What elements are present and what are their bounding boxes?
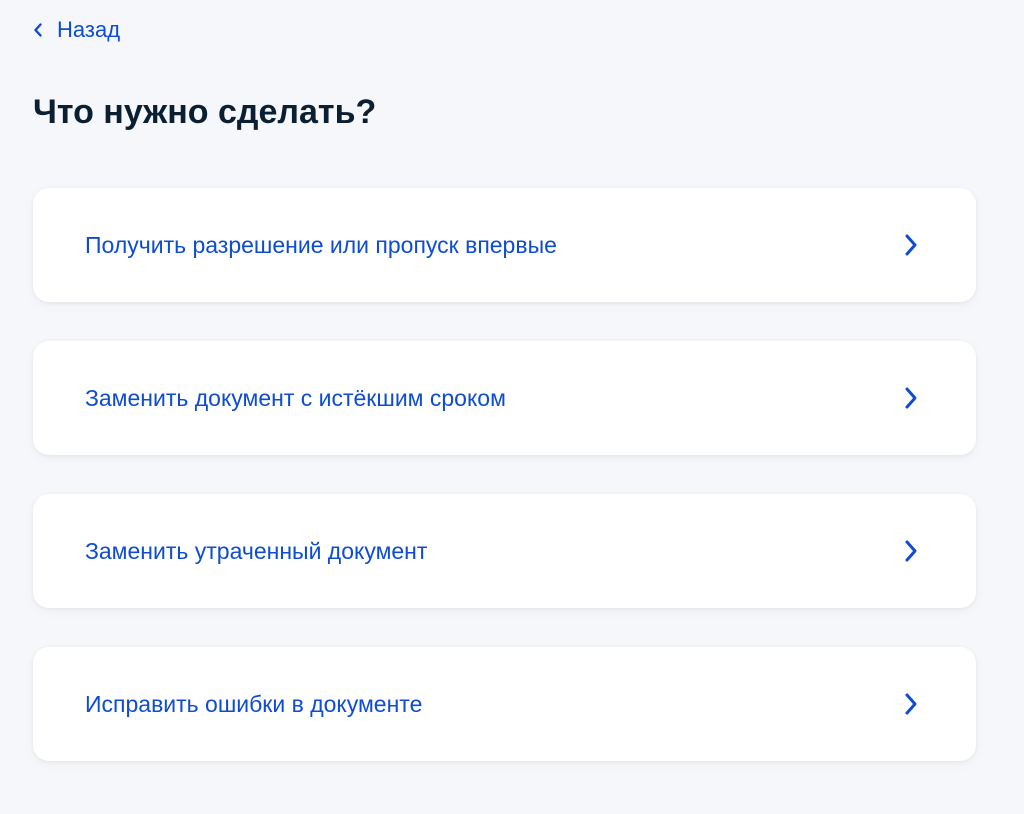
back-link-label: Назад [57,17,121,42]
option-replace-lost[interactable]: Заменить утраченный документ [33,494,976,608]
page-title: Что нужно сделать? [33,93,377,131]
option-label: Заменить утраченный документ [85,538,428,564]
chevron-right-icon [905,693,917,715]
option-label: Исправить ошибки в документе [85,691,423,717]
back-link[interactable]: Назад [33,14,120,46]
option-label: Получить разрешение или пропуск впервые [85,232,557,258]
option-fix-errors[interactable]: Исправить ошибки в документе [33,647,976,761]
chevron-right-icon [905,234,917,256]
option-first-permit[interactable]: Получить разрешение или пропуск впервые [33,188,976,302]
option-replace-expired[interactable]: Заменить документ с истёкшим сроком [33,341,976,455]
chevron-right-icon [905,387,917,409]
options-list: Получить разрешение или пропуск впервые … [33,188,976,761]
chevron-right-icon [905,540,917,562]
option-label: Заменить документ с истёкшим сроком [85,385,506,411]
chevron-left-icon [33,23,43,37]
